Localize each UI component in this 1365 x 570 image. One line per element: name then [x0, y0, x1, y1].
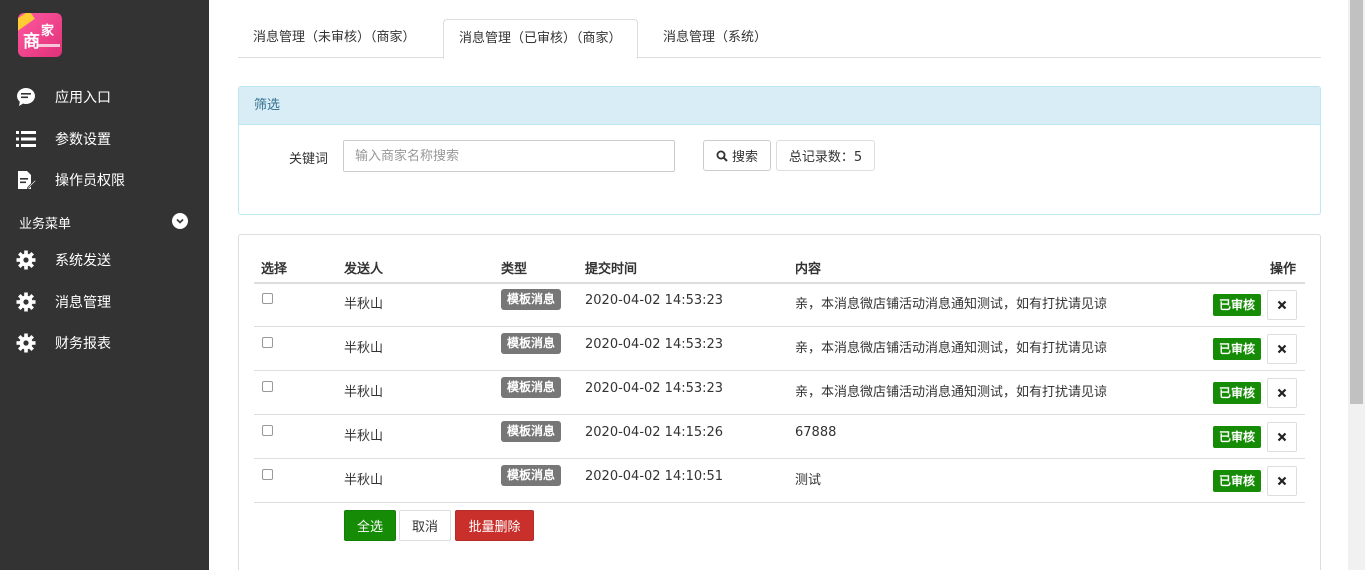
- scrollbar-thumb[interactable]: [1350, 0, 1363, 404]
- sidebar: 商 家 应用入口 参数设置 操作员权限 业务菜单 系统发送 消息管理 财务报表: [0, 0, 209, 570]
- row-status-button[interactable]: 已审核: [1213, 294, 1262, 316]
- row-sender: 半秋山: [344, 429, 384, 444]
- search-button-label: 搜索: [731, 150, 758, 165]
- row-delete-button[interactable]: [1267, 466, 1297, 496]
- sidebar-item-label: 财务报表: [55, 336, 111, 352]
- row-sender: 半秋山: [344, 473, 384, 488]
- table-row: 半秋山 模板消息 2020-04-02 14:53:23 亲，本消息微店铺活动消…: [254, 283, 1305, 327]
- row-type-badge: 模板消息: [501, 289, 562, 310]
- row-type-badge: 模板消息: [501, 421, 562, 442]
- chat-bubble-icon: [16, 87, 36, 107]
- header-type: 类型: [501, 262, 528, 277]
- sidebar-item-label: 应用入口: [55, 90, 111, 106]
- sidebar-section-label: 业务菜单: [19, 217, 72, 232]
- close-icon: [1277, 300, 1287, 310]
- keyword-label: 关键词: [289, 152, 329, 167]
- row-content: 测试: [795, 473, 822, 488]
- row-delete-button[interactable]: [1267, 422, 1297, 452]
- sidebar-item-system-send[interactable]: 系统发送: [0, 245, 209, 275]
- row-sender: 半秋山: [344, 341, 384, 356]
- sidebar-item-message-management[interactable]: 消息管理: [0, 287, 209, 317]
- logo-text-main: 商: [23, 32, 40, 52]
- row-checkbox[interactable]: [262, 293, 273, 304]
- header-content: 内容: [795, 262, 822, 277]
- sidebar-item-label: 消息管理: [55, 295, 111, 311]
- logo-underline: [38, 44, 60, 47]
- row-content: 亲，本消息微店铺活动消息通知测试，如有打扰请见谅: [795, 341, 1108, 356]
- row-checkbox[interactable]: [262, 337, 273, 348]
- gear-icon: [16, 292, 36, 312]
- table-row: 半秋山 模板消息 2020-04-02 14:53:23 亲，本消息微店铺活动消…: [254, 371, 1305, 415]
- row-checkbox[interactable]: [262, 381, 273, 392]
- logo-text-sub: 家: [41, 24, 55, 39]
- edit-document-icon: [16, 170, 36, 190]
- header-time: 提交时间: [585, 262, 638, 277]
- row-sender: 半秋山: [344, 385, 384, 400]
- close-icon: [1277, 344, 1287, 354]
- app-logo[interactable]: 商 家: [18, 13, 62, 57]
- sidebar-item-operator-permissions[interactable]: 操作员权限: [0, 165, 209, 195]
- row-type-badge: 模板消息: [501, 333, 562, 354]
- sidebar-item-finance-report[interactable]: 财务报表: [0, 328, 209, 358]
- row-delete-button[interactable]: [1267, 290, 1297, 320]
- row-sender: 半秋山: [344, 297, 384, 312]
- select-all-button[interactable]: 全选: [344, 510, 396, 541]
- sidebar-item-params[interactable]: 参数设置: [0, 124, 209, 154]
- row-time: 2020-04-02 14:10:51: [585, 469, 724, 484]
- row-content: 亲，本消息微店铺活动消息通知测试，如有打扰请见谅: [795, 297, 1108, 312]
- row-checkbox[interactable]: [262, 425, 273, 436]
- close-icon: [1277, 476, 1287, 486]
- list-icon: [16, 129, 36, 149]
- row-time: 2020-04-02 14:53:23: [585, 381, 724, 396]
- header-action: 操作: [1270, 262, 1297, 277]
- close-icon: [1277, 388, 1287, 398]
- batch-delete-button[interactable]: 批量删除: [455, 510, 534, 541]
- header-select: 选择: [261, 262, 288, 277]
- table-row: 半秋山 模板消息 2020-04-02 14:53:23 亲，本消息微店铺活动消…: [254, 327, 1305, 371]
- keyword-search-input[interactable]: [343, 140, 675, 172]
- row-status-button[interactable]: 已审核: [1213, 382, 1262, 404]
- filter-panel: 筛选 关键词 搜索 总记录数：5: [238, 86, 1321, 215]
- row-type-badge: 模板消息: [501, 465, 562, 486]
- tab-system[interactable]: 消息管理（系统）: [648, 19, 782, 58]
- row-time: 2020-04-02 14:15:26: [585, 425, 724, 440]
- row-time: 2020-04-02 14:53:23: [585, 293, 724, 308]
- cancel-button[interactable]: 取消: [399, 510, 451, 541]
- tab-reviewed-merchant[interactable]: 消息管理（已审核）（商家）: [443, 19, 638, 59]
- row-content: 67888: [795, 425, 837, 440]
- sidebar-section-business-menu[interactable]: 业务菜单: [0, 207, 209, 235]
- tab-bar: 消息管理（未审核）（商家） 消息管理（已审核）（商家） 消息管理（系统）: [238, 19, 1321, 59]
- table-row: 半秋山 模板消息 2020-04-02 14:10:51 测试 已审核: [254, 459, 1305, 503]
- row-status-button[interactable]: 已审核: [1213, 338, 1262, 360]
- row-time: 2020-04-02 14:53:23: [585, 337, 724, 352]
- row-status-button[interactable]: 已审核: [1213, 426, 1262, 448]
- sidebar-item-label: 操作员权限: [55, 173, 125, 189]
- page-scrollbar[interactable]: [1348, 0, 1365, 570]
- row-content: 亲，本消息微店铺活动消息通知测试，如有打扰请见谅: [795, 385, 1108, 400]
- filter-panel-title: 筛选: [239, 87, 1320, 125]
- row-status-button[interactable]: 已审核: [1213, 470, 1262, 492]
- search-button[interactable]: 搜索: [703, 140, 771, 171]
- message-table-panel: 选择 发送人 类型 提交时间 内容 操作 半秋山 模板消息 2020-04-02…: [238, 234, 1321, 570]
- header-sender: 发送人: [344, 262, 384, 277]
- row-delete-button[interactable]: [1267, 378, 1297, 408]
- gear-icon: [16, 333, 36, 353]
- total-records-badge: 总记录数：5: [776, 140, 875, 171]
- row-type-badge: 模板消息: [501, 377, 562, 398]
- chevron-down-icon[interactable]: [172, 213, 188, 229]
- row-checkbox[interactable]: [262, 469, 273, 480]
- table-row: 半秋山 模板消息 2020-04-02 14:15:26 67888 已审核: [254, 415, 1305, 459]
- gear-icon: [16, 250, 36, 270]
- sidebar-item-label: 参数设置: [55, 132, 111, 148]
- sidebar-item-label: 系统发送: [55, 253, 111, 269]
- close-icon: [1277, 432, 1287, 442]
- row-delete-button[interactable]: [1267, 334, 1297, 364]
- search-icon: [716, 150, 728, 162]
- sidebar-item-app-entry[interactable]: 应用入口: [0, 82, 209, 112]
- tab-unreviewed-merchant[interactable]: 消息管理（未审核）（商家）: [238, 19, 431, 58]
